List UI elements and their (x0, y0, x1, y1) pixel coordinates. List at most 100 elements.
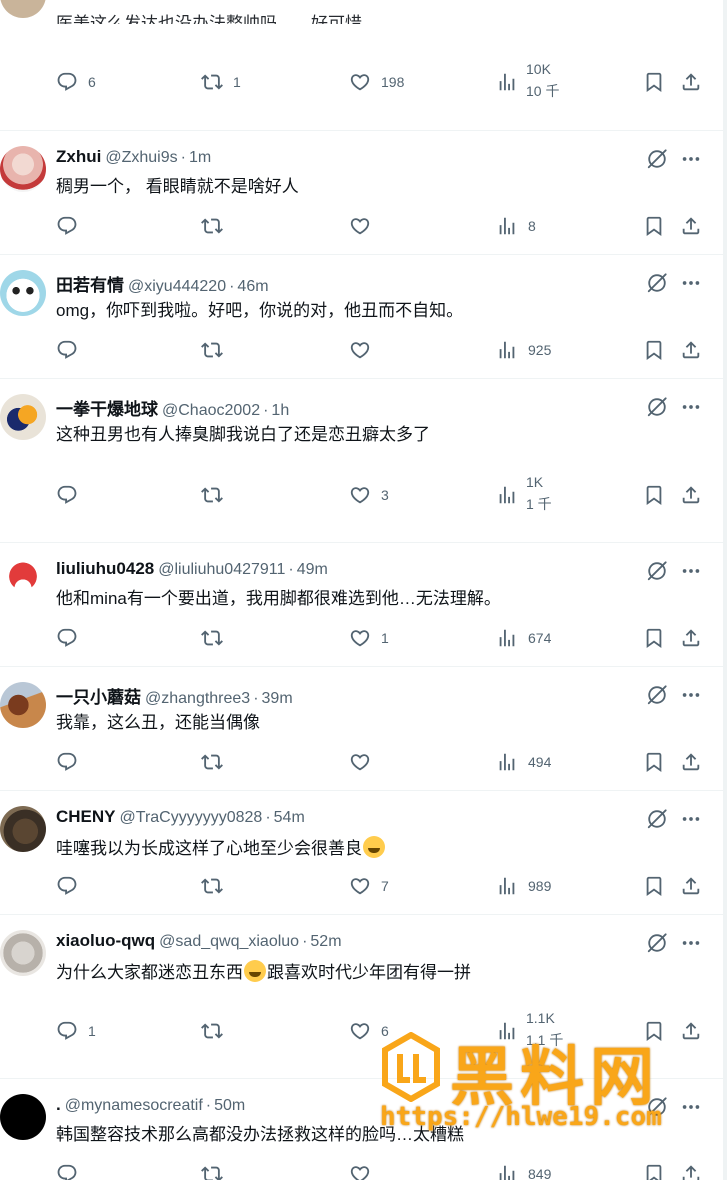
avatar[interactable] (0, 146, 46, 192)
retweet-button[interactable] (201, 750, 223, 774)
bookmark-button[interactable] (643, 1162, 665, 1180)
share-button[interactable] (680, 1019, 702, 1043)
retweet-button[interactable] (201, 214, 223, 238)
user-handle[interactable]: @zhangthree3 (145, 690, 250, 708)
grok-icon[interactable] (646, 684, 668, 706)
post[interactable]: xiaoluo-qwq @sad_qwq_xiaoluo · 52m 为什么大家都迷恋… (0, 914, 722, 1078)
user-handle[interactable]: @mynamesocreatif (65, 1097, 203, 1115)
user-handle[interactable]: @Zxhui9s (105, 149, 177, 167)
avatar[interactable] (0, 806, 46, 852)
bookmark-button[interactable] (643, 750, 665, 774)
post-time[interactable]: 50m (214, 1097, 245, 1115)
like-button[interactable] (349, 214, 371, 238)
avatar[interactable] (0, 270, 46, 316)
bookmark-button[interactable] (643, 70, 665, 94)
grok-icon[interactable] (646, 396, 668, 418)
views-button[interactable]: 989 (496, 874, 551, 898)
display-name[interactable]: Zxhui (56, 147, 101, 167)
display-name[interactable]: xiaoluo-qwq (56, 931, 155, 951)
views-button[interactable]: 8 (496, 214, 536, 238)
like-button[interactable]: 198 (349, 70, 404, 94)
display-name[interactable]: 一只小蘑菇 (56, 683, 141, 708)
more-icon[interactable] (680, 932, 702, 954)
avatar[interactable] (0, 0, 46, 18)
views-button[interactable]: 1.1K 1.1 千 (496, 1010, 563, 1048)
reply-button[interactable] (56, 338, 78, 362)
user-handle[interactable]: @TraCyyyyyyy0828 (120, 809, 263, 827)
retweet-button[interactable] (201, 626, 223, 650)
grok-icon[interactable] (646, 148, 668, 170)
retweet-button[interactable] (201, 338, 223, 362)
post-time[interactable]: 39m (262, 690, 293, 708)
post[interactable]: CHENY @TraCyyyyyyy0828 · 54m 哇噻我以为长成这样了心地至少… (0, 790, 722, 914)
share-button[interactable] (680, 214, 702, 238)
post-time[interactable]: 49m (297, 561, 328, 579)
post[interactable]: Zxhui @Zxhui9s · 1m 稠男一个， 看眼睛就不是啥好人 8 (0, 130, 722, 254)
grok-icon[interactable] (646, 272, 668, 294)
post-time[interactable]: 1h (271, 402, 289, 420)
bookmark-button[interactable] (643, 874, 665, 898)
post[interactable]: liuliuhu0428 @liuliuhu0427911 · 49m 他和mina有… (0, 542, 722, 666)
post[interactable]: 一只小蘑菇 @zhangthree3 · 39m 我靠，这么丑，还能当偶像 494 (0, 666, 722, 790)
like-button[interactable]: 6 (349, 1019, 389, 1043)
grok-icon[interactable] (646, 808, 668, 830)
post[interactable]: . @mynamesocreatif · 50m 韩国整容技术那么高都没办法拯救这样的… (0, 1078, 722, 1180)
reply-button[interactable] (56, 626, 78, 650)
more-icon[interactable] (680, 808, 702, 830)
share-button[interactable] (680, 338, 702, 362)
more-icon[interactable] (680, 272, 702, 294)
grok-icon[interactable] (646, 560, 668, 582)
more-icon[interactable] (680, 396, 702, 418)
views-button[interactable]: 1K 1 千 (496, 474, 552, 512)
user-handle[interactable]: @liuliuhu0427911 (158, 561, 285, 579)
avatar[interactable] (0, 930, 46, 976)
retweet-button[interactable] (201, 1019, 223, 1043)
views-button[interactable]: 10K 10 千 (496, 61, 559, 99)
grok-icon[interactable] (646, 932, 668, 954)
like-button[interactable]: 7 (349, 874, 389, 898)
avatar[interactable] (0, 394, 46, 440)
post-time[interactable]: 1m (189, 149, 211, 167)
reply-button[interactable] (56, 874, 78, 898)
user-handle[interactable]: @sad_qwq_xiaoluo (159, 933, 299, 951)
display-name[interactable]: 田若有情 (56, 271, 124, 296)
post-time[interactable]: 46m (237, 278, 268, 296)
user-handle[interactable]: @xiyu444220 (128, 278, 226, 296)
bookmark-button[interactable] (643, 338, 665, 362)
share-button[interactable] (680, 483, 702, 507)
retweet-button[interactable] (201, 483, 223, 507)
more-icon[interactable] (680, 560, 702, 582)
retweet-button[interactable]: 1 (201, 70, 241, 94)
avatar[interactable] (0, 558, 46, 604)
like-button[interactable] (349, 338, 371, 362)
like-button[interactable]: 3 (349, 483, 389, 507)
display-name[interactable]: liuliuhu0428 (56, 559, 154, 579)
reply-button[interactable]: 6 (56, 70, 96, 94)
grok-icon[interactable] (646, 1096, 668, 1118)
display-name[interactable]: . (56, 1095, 61, 1115)
views-button[interactable]: 494 (496, 750, 551, 774)
share-button[interactable] (680, 70, 702, 94)
retweet-button[interactable] (201, 1162, 223, 1180)
bookmark-button[interactable] (643, 483, 665, 507)
bookmark-button[interactable] (643, 214, 665, 238)
retweet-button[interactable] (201, 874, 223, 898)
more-icon[interactable] (680, 684, 702, 706)
views-button[interactable]: 925 (496, 338, 551, 362)
avatar[interactable] (0, 682, 46, 728)
reply-button[interactable] (56, 750, 78, 774)
post[interactable]: 田若有情 @xiyu444220 · 46m omg，你吓到我啦。好吧，你说的对，他丑… (0, 254, 722, 378)
share-button[interactable] (680, 1162, 702, 1180)
views-button[interactable]: 674 (496, 626, 551, 650)
like-button[interactable] (349, 1162, 371, 1180)
views-button[interactable]: 849 (496, 1162, 551, 1180)
more-icon[interactable] (680, 1096, 702, 1118)
display-name[interactable]: 一拳干爆地球 (56, 395, 158, 420)
bookmark-button[interactable] (643, 626, 665, 650)
post[interactable]: 一拳干爆地球 @Chaoc2002 · 1h 这种丑男也有人捧臭脚我说白了还是恋丑癖太… (0, 378, 722, 542)
reply-button[interactable] (56, 214, 78, 238)
avatar[interactable] (0, 1094, 46, 1140)
share-button[interactable] (680, 626, 702, 650)
like-button[interactable] (349, 750, 371, 774)
user-handle[interactable]: @Chaoc2002 (162, 402, 260, 420)
